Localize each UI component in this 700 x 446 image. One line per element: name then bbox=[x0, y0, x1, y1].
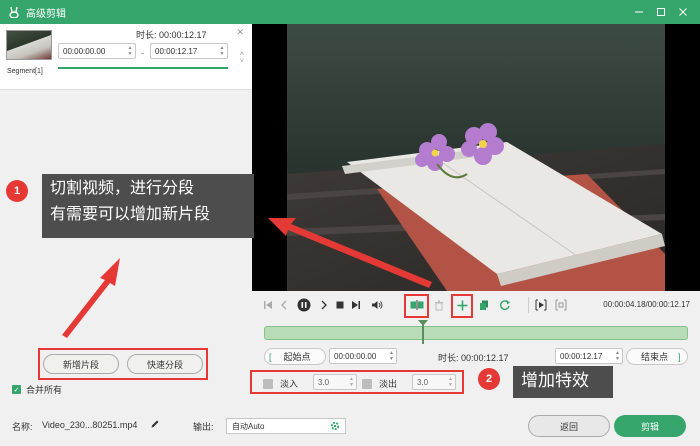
output-format-select[interactable]: 自动Auto bbox=[226, 418, 346, 434]
annotation-callout-1: 切割视频，进行分段 有需要可以增加新片段 bbox=[42, 174, 254, 238]
output-format-value: 自动Auto bbox=[232, 421, 265, 431]
annotation-arrow-up bbox=[62, 258, 120, 338]
annotation-callout-2: 增加特效 bbox=[513, 366, 613, 398]
annotation-arrow-left bbox=[268, 218, 432, 288]
callout-1-line-2: 有需要可以增加新片段 bbox=[50, 206, 211, 223]
output-label: 输出: bbox=[193, 422, 214, 432]
annotation-badge-1: 1 bbox=[6, 180, 28, 202]
footer-bar: 名称: Video_230...80251.mp4 输出: 自动Auto 返回 … bbox=[0, 404, 700, 446]
name-label: 名称: bbox=[12, 422, 33, 432]
annotation-badge-2: 2 bbox=[478, 368, 500, 390]
file-name: Video_230...80251.mp4 bbox=[42, 420, 138, 430]
cut-button[interactable]: 剪辑 bbox=[614, 415, 686, 437]
callout-1-line-1: 切割视频，进行分段 bbox=[50, 180, 195, 197]
gear-icon[interactable] bbox=[330, 421, 340, 433]
edit-pencil-icon[interactable] bbox=[150, 419, 160, 431]
back-button[interactable]: 返回 bbox=[528, 415, 610, 437]
